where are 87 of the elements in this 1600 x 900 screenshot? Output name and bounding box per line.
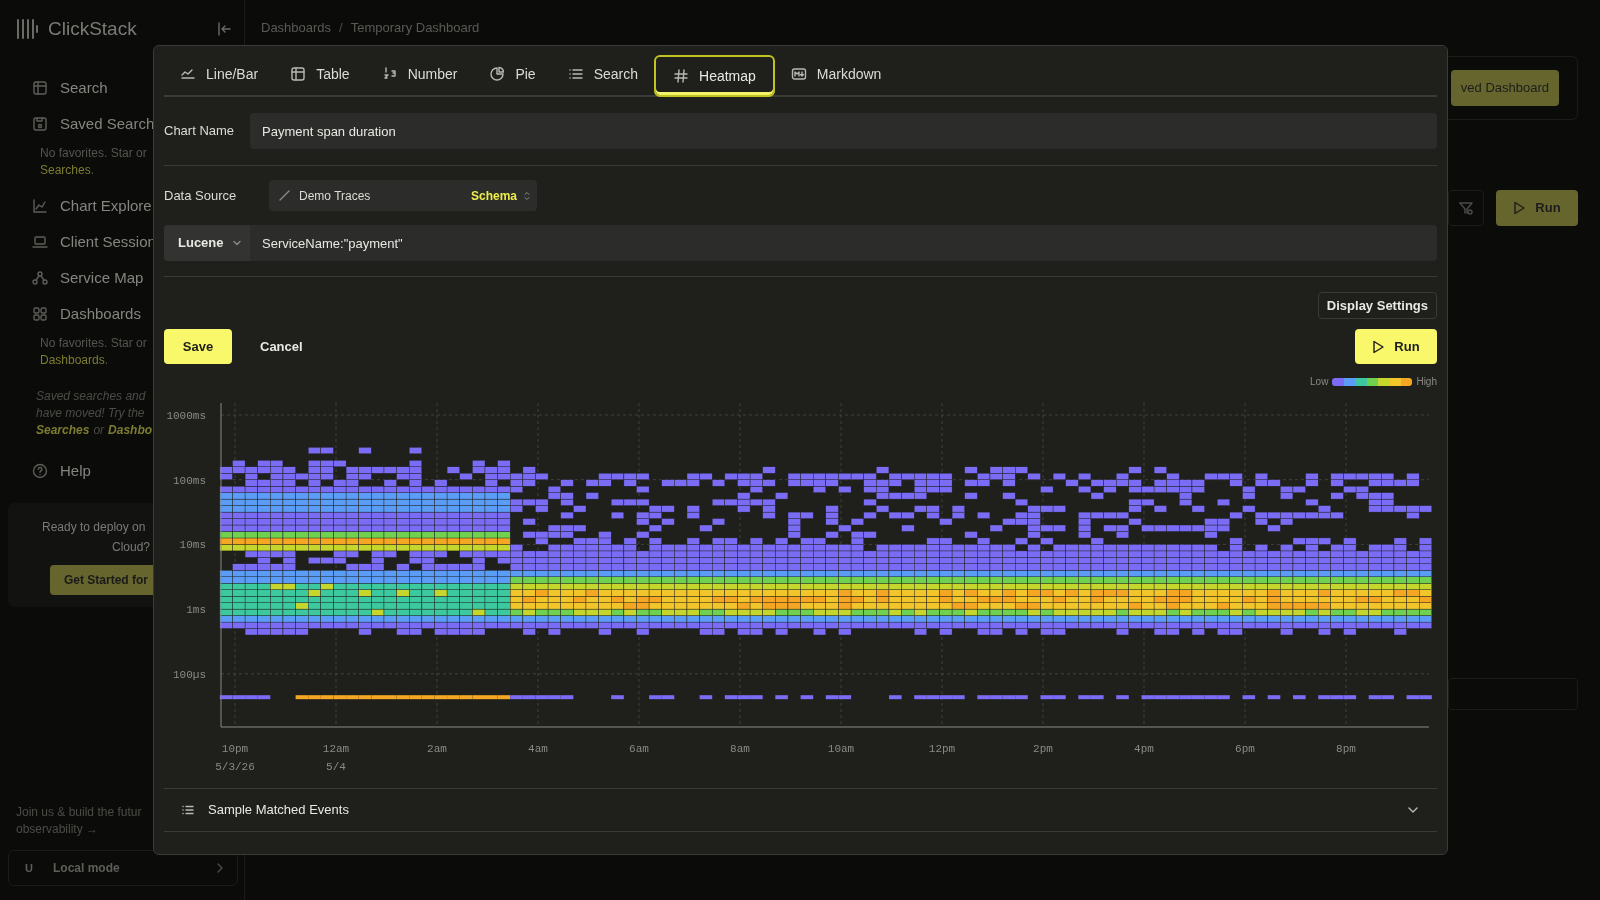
note-link[interactable]: Dashboards	[40, 353, 105, 367]
play-icon	[1513, 201, 1526, 215]
table-icon	[290, 66, 307, 82]
axis-label: 10pm	[221, 743, 249, 755]
chart-type-tab[interactable]: Pie	[473, 53, 552, 95]
axis-label: 4am	[528, 743, 548, 755]
hash-icon	[673, 68, 689, 84]
chart-type-tab[interactable]: Table	[274, 53, 366, 95]
save-dashboard-button[interactable]: ved Dashboard	[1450, 70, 1559, 106]
note-text: .	[90, 163, 95, 177]
axis-label: 6pm	[1235, 743, 1255, 755]
query-field[interactable]: ServiceName:"payment"	[250, 225, 1437, 261]
axis-label: 6am	[629, 743, 649, 755]
axis-label: 2pm	[1033, 743, 1053, 755]
sidebar-item[interactable]: Service Map	[16, 260, 244, 296]
note-link[interactable]: Searches	[36, 423, 90, 437]
help-icon	[32, 463, 48, 479]
empty-note: No favorites. Star or	[40, 335, 147, 352]
chart-type-tab[interactable]: Line/Bar	[164, 53, 275, 95]
list-icon	[567, 66, 584, 82]
markdown-icon	[790, 66, 807, 82]
migration-note: have moved! Try the	[36, 405, 145, 422]
query-language-select[interactable]: Lucene	[164, 225, 250, 261]
field-label: Data Source	[164, 186, 238, 205]
network-icon	[32, 270, 48, 286]
axis-label: 10am	[827, 743, 855, 755]
logo-icon	[16, 18, 38, 40]
sort-icon	[523, 189, 531, 202]
user-avatar: U	[25, 860, 34, 876]
axis-label: 12pm	[928, 743, 956, 755]
breadcrumb-link[interactable]: Temporary Dashboard	[350, 18, 480, 38]
chart-type-tab[interactable]: Heatmap	[654, 55, 775, 97]
axis-label: 5/3/26	[215, 761, 255, 773]
deploy-text: Cloud?	[112, 539, 151, 556]
axis-label: 1000ms	[166, 410, 206, 422]
collapse-icon	[216, 21, 232, 37]
link-icon	[278, 189, 291, 202]
sidebar-item[interactable]: Dashboards	[16, 296, 244, 332]
laptop-icon	[32, 234, 48, 250]
note-text: or	[93, 423, 105, 437]
run-button[interactable]: Run	[1496, 190, 1578, 226]
filter-icon	[1458, 200, 1474, 216]
deploy-text: Ready to deploy on	[42, 519, 146, 536]
breadcrumb-link[interactable]: Dashboards	[261, 18, 332, 38]
axis-label: 2am	[427, 743, 447, 755]
table-icon	[32, 80, 48, 96]
axis-label: 8pm	[1336, 743, 1356, 755]
chart-name-field[interactable]: Payment span duration	[250, 113, 1437, 149]
legend-label: Low	[1310, 375, 1329, 389]
play-icon	[1372, 339, 1385, 354]
digits-icon	[381, 66, 398, 82]
chart-type-tab[interactable]: Markdown	[774, 53, 898, 95]
axis-label: 100µs	[173, 668, 206, 681]
axis-label: 8am	[730, 743, 750, 755]
chart-icon	[32, 198, 48, 214]
brand-name: ClickStack	[48, 16, 137, 41]
note-link[interactable]: Dashbo	[108, 423, 153, 437]
cancel-button[interactable]: Cancel	[242, 329, 321, 364]
schema-link[interactable]: Schema	[470, 186, 517, 205]
chart-type-tab[interactable]: Number	[365, 53, 474, 95]
user-label: Local mode	[53, 860, 120, 877]
empty-note: No favorites. Star or	[40, 145, 147, 162]
axis-label: 1ms	[186, 604, 206, 617]
legend-label: High	[1416, 375, 1437, 389]
axis-label: 10ms	[179, 539, 206, 552]
chart-type-tab[interactable]: Search	[551, 53, 654, 95]
save-button[interactable]: Save	[164, 329, 232, 364]
grid-icon	[32, 306, 48, 322]
note-link[interactable]: Searches	[40, 163, 91, 177]
pie-icon	[489, 66, 506, 82]
query-bar[interactable]: Lucene ServiceName:"payment"	[164, 225, 1437, 261]
axis-label: 100ms	[173, 474, 206, 487]
axis-label: 4pm	[1134, 743, 1154, 755]
axis-label: 12am	[322, 743, 350, 755]
run-button[interactable]: Run	[1355, 329, 1437, 364]
note-text: .	[104, 353, 109, 367]
floppy-icon	[32, 116, 48, 132]
display-settings-button[interactable]: Display Settings	[1317, 292, 1437, 319]
migration-note: Saved searches and	[36, 388, 146, 405]
field-label: Chart Name	[164, 122, 236, 141]
data-source-select[interactable]: Demo Traces Schema	[269, 180, 537, 211]
chevron-icon	[215, 863, 225, 873]
list-icon	[182, 804, 194, 816]
chevron-icon	[231, 238, 242, 248]
axis-label: 5/4	[326, 761, 346, 773]
breadcrumb-separator: /	[339, 19, 343, 38]
collapsible-section-header[interactable]: Sample Matched Events	[164, 789, 1437, 832]
